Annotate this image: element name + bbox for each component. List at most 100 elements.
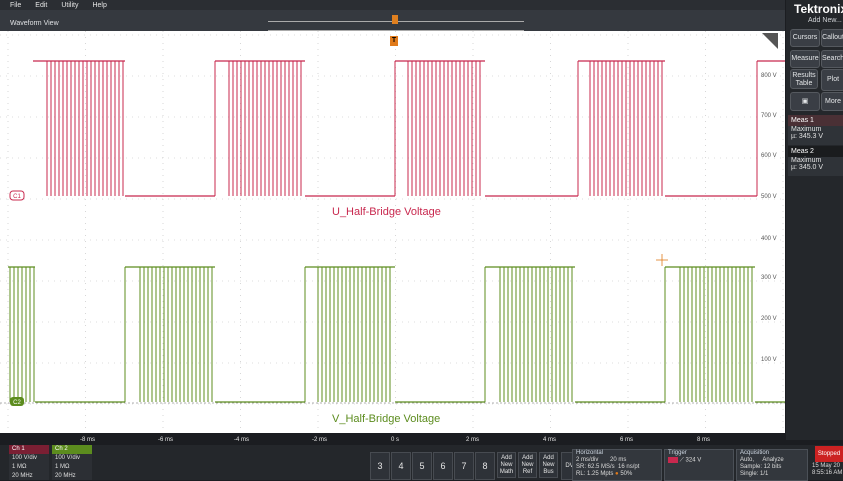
acquisition-single: Single: 1/1 (740, 471, 769, 477)
y-label-600: 600 V (761, 153, 777, 159)
ch3-button[interactable]: 3 (370, 452, 390, 480)
horizontal-pt: 16 ns/pt (618, 464, 640, 470)
brand-logo: Tektronix (794, 2, 843, 16)
ch2-impedance: 1 MΩ (55, 464, 70, 470)
trigger-source-icon (668, 457, 678, 463)
x-label-6: 6 ms (620, 437, 634, 443)
add-new-math-button[interactable]: Add New Math (497, 452, 516, 478)
waveform-svg: C1 C2 (0, 31, 785, 433)
menu-utility[interactable]: Utility (61, 2, 78, 9)
more-button[interactable]: More (821, 92, 843, 111)
add-new-ref-button[interactable]: Add New Ref (518, 452, 537, 478)
add-math-l3: Math (499, 469, 514, 475)
measure-button[interactable]: Measure (790, 50, 820, 68)
results-table-button[interactable]: Results Table (790, 69, 818, 89)
ch1-trace (33, 60, 785, 197)
waveform-view-title: Waveform View (10, 20, 59, 27)
horizontal-sr: SR: 62.5 MS/s (576, 464, 615, 470)
x-label-neg6: -6 ms (158, 437, 173, 443)
ch2-name: Ch 2 (52, 445, 92, 454)
ch7-button[interactable]: 7 (454, 452, 474, 480)
menu-edit[interactable]: Edit (35, 2, 47, 9)
waveform-plot[interactable]: C1 C2 (0, 31, 785, 433)
add-ref-l1: Add (522, 455, 533, 461)
acquisition-title: Acquisition (740, 450, 770, 456)
screenshot-icon[interactable]: ▣ (790, 92, 820, 111)
plot-button[interactable]: Plot (821, 69, 843, 91)
trigger-position-marker[interactable]: T (390, 36, 398, 46)
add-new-bus-button[interactable]: Add New Bus (539, 452, 558, 478)
ch2-tag-text: C2 (13, 400, 21, 406)
trigger-level: 324 V (685, 457, 702, 464)
meas1-value: µ: 345.3 V (791, 133, 824, 140)
meas2-name: Maximum (791, 157, 822, 164)
x-label-0: 0 s (391, 437, 400, 443)
ch1-badge[interactable]: Ch 1 100 V/div 1 MΩ 20 MHz (9, 445, 49, 480)
meas2-title: Meas 2 (788, 146, 843, 157)
meas2-value: µ: 345.0 V (791, 164, 824, 171)
ch2-scale: 100 V/div (55, 455, 81, 461)
add-ref-l3: Ref (522, 469, 533, 475)
ch4-button[interactable]: 4 (391, 452, 411, 480)
horizontal-record: 20 ms (610, 457, 627, 463)
ch1-waveform-label: U_Half-Bridge Voltage (332, 206, 441, 218)
meas2-badge[interactable]: Meas 2 Maximum µ: 345.0 V (788, 146, 843, 176)
acquisition-analyze: Analyze (762, 457, 784, 463)
y-label-500: 500 V (761, 194, 777, 200)
ch1-impedance: 1 MΩ (12, 464, 27, 470)
horizontal-scale: 2 ms/div (576, 457, 599, 463)
y-label-400: 400 V (761, 236, 777, 242)
ch2-badge[interactable]: Ch 2 100 V/div 1 MΩ 20 MHz (52, 445, 92, 480)
add-math-l2: New (500, 462, 513, 468)
y-label-200: 200 V (761, 316, 777, 322)
menu-bar: File Edit Utility Help (0, 0, 785, 10)
record-position-marker[interactable] (392, 15, 398, 24)
cursors-button[interactable]: Cursors (790, 29, 820, 47)
acquisition-badge[interactable]: Acquisition Auto, Analyze Sample: 12 bit… (736, 449, 808, 481)
ch1-tag-text: C1 (13, 194, 21, 200)
add-ref-l2: New (521, 462, 534, 468)
trigger-badge[interactable]: Trigger ⟋ 324 V (664, 449, 734, 481)
ch5-button[interactable]: 5 (412, 452, 432, 480)
y-label-800: 800 V (761, 73, 777, 79)
x-label-neg4: -4 ms (234, 437, 249, 443)
ch1-scale: 100 V/div (12, 455, 38, 461)
x-label-neg8: -8 ms (80, 437, 95, 443)
add-math-l1: Add (501, 455, 512, 461)
horizontal-badge[interactable]: Horizontal 2 ms/div 20 ms SR: 62.5 MS/s … (572, 449, 662, 481)
add-new-label: Add New... (808, 17, 842, 24)
y-label-300: 300 V (761, 275, 777, 281)
acquisition-mode: Auto, (740, 457, 755, 463)
add-bus-l2: New (542, 462, 555, 468)
date-text: 15 May 20 (812, 463, 841, 469)
add-bus-l1: Add (543, 455, 554, 461)
horizontal-rl: RL: 1.25 Mpts (576, 471, 614, 477)
horizontal-title: Horizontal (576, 450, 604, 456)
horizontal-pos: 50% (620, 471, 633, 477)
x-label-2: 2 ms (466, 437, 480, 443)
meas1-title: Meas 1 (788, 115, 843, 126)
y-label-100: 100 V (761, 357, 777, 363)
y-label-700: 700 V (761, 113, 777, 119)
zoom-corner-icon (762, 33, 778, 49)
x-label-4: 4 ms (543, 437, 557, 443)
ch8-button[interactable]: 8 (475, 452, 495, 480)
ch1-name: Ch 1 (9, 445, 49, 454)
run-stop-status[interactable]: Stopped (815, 446, 843, 462)
ch2-waveform-label: V_Half-Bridge Voltage (332, 413, 441, 425)
callout-button[interactable]: Callout (821, 29, 843, 47)
search-button[interactable]: Search (821, 50, 843, 68)
trigger-title: Trigger (668, 450, 687, 456)
time-text: 8:55:16 AM (812, 470, 843, 476)
ch6-button[interactable]: 6 (433, 452, 453, 480)
x-label-8: 8 ms (697, 437, 711, 443)
datetime: 15 May 20 8:55:16 AM (812, 463, 842, 477)
meas1-badge[interactable]: Meas 1 Maximum µ: 345.3 V (788, 115, 843, 145)
menu-help[interactable]: Help (92, 2, 106, 9)
horizontal-pos-icon: ● (615, 471, 619, 477)
waveform-view-header: Waveform View (0, 10, 785, 31)
add-bus-l3: Bus (543, 469, 554, 475)
trigger-slope-icon: ⟋ (679, 457, 684, 464)
meas1-name: Maximum (791, 126, 822, 133)
menu-file[interactable]: File (10, 2, 21, 9)
